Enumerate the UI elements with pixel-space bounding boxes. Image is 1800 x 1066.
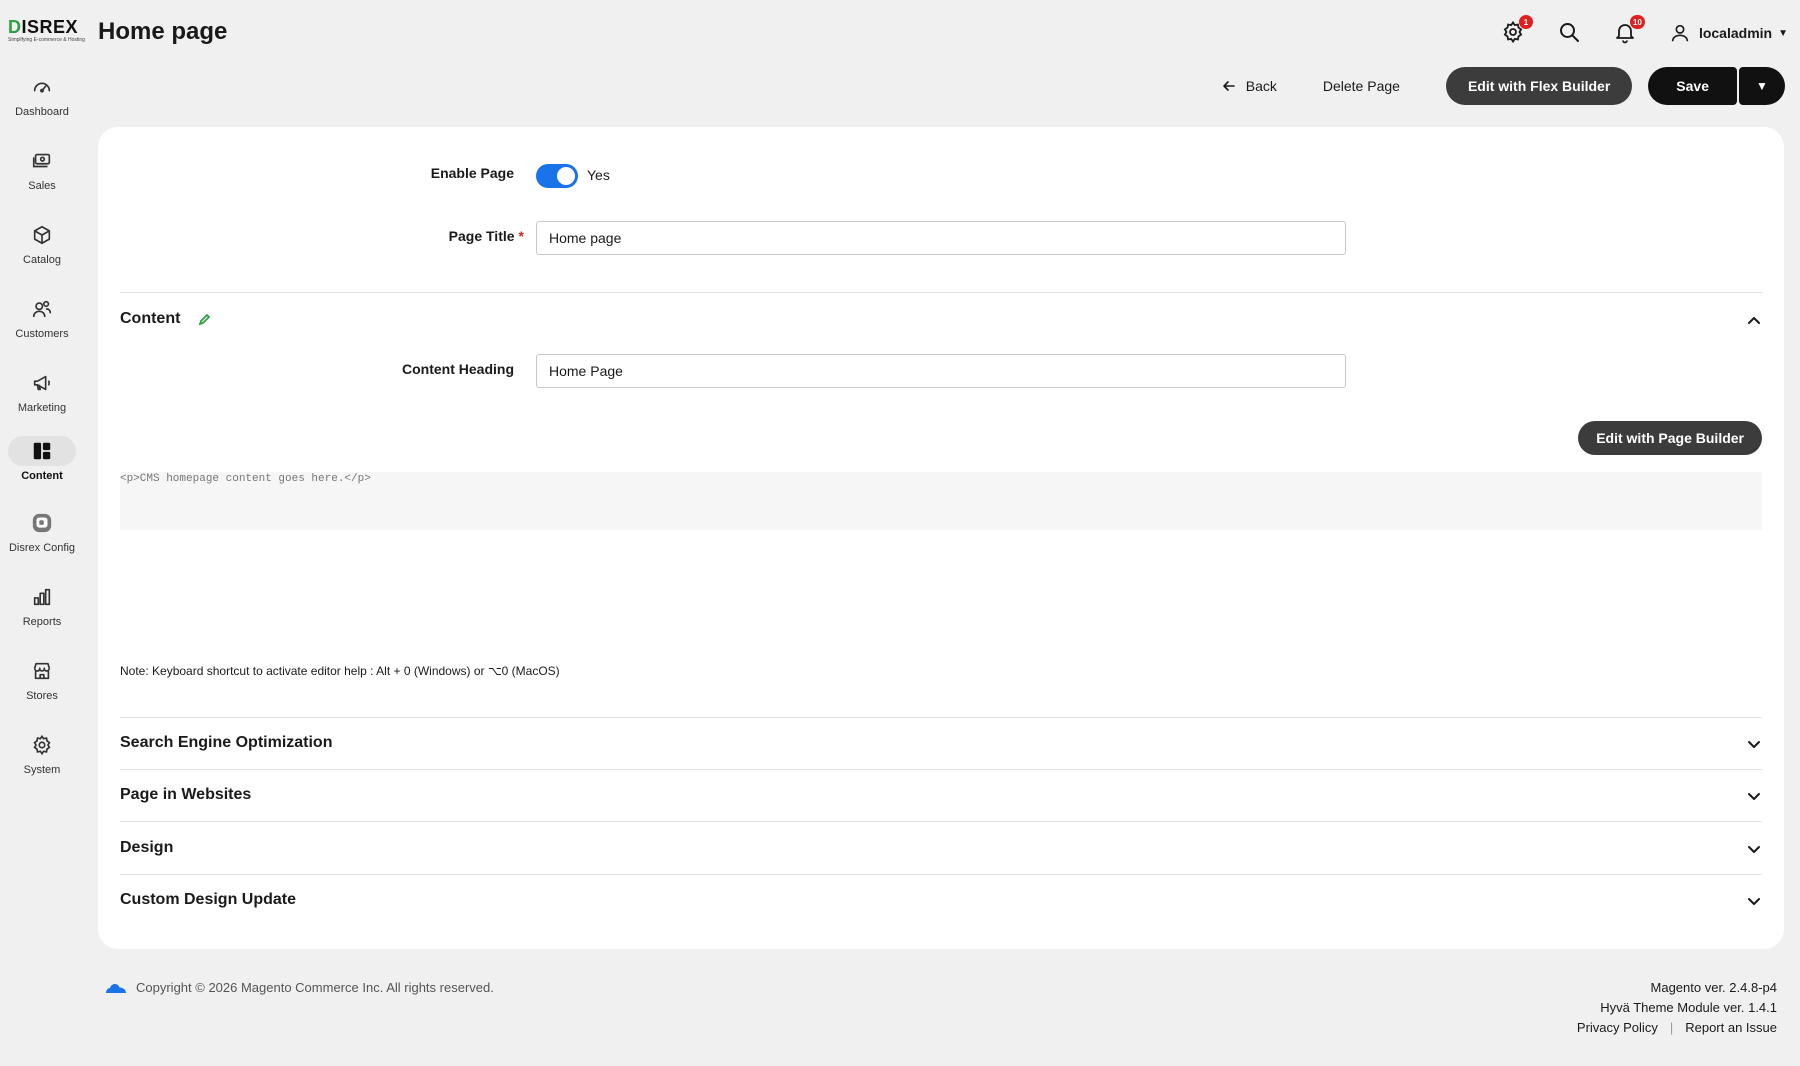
back-button[interactable]: Back: [1221, 78, 1277, 94]
layout-icon: [8, 436, 76, 466]
system-messages-button[interactable]: 1: [1501, 15, 1533, 46]
divider: [120, 874, 1762, 875]
gauge-icon: [8, 72, 76, 102]
page-form: Enable Page Yes Page Title* Content Cont…: [98, 127, 1784, 949]
disrex-icon: [8, 508, 76, 538]
bar-chart-icon: [8, 582, 76, 612]
header-tools: 1 10 localadmin ▼: [1471, 15, 1788, 50]
sidebar-item-stores[interactable]: Stores: [0, 656, 84, 720]
divider: [120, 769, 1762, 770]
search-button[interactable]: [1557, 20, 1583, 46]
edit-page-builder-button[interactable]: Edit with Page Builder: [1578, 421, 1762, 455]
search-icon: [1559, 23, 1579, 42]
megaphone-icon: [8, 368, 76, 398]
enable-page-label: Enable Page: [430, 165, 514, 181]
copyright-text: Copyright © 2026 Magento Commerce Inc. A…: [136, 980, 494, 995]
delete-page-button[interactable]: Delete Page: [1323, 78, 1400, 94]
store-icon: [8, 656, 76, 686]
sidebar-item-label: Catalog: [23, 254, 61, 266]
sidebar-item-system[interactable]: System: [0, 730, 84, 794]
sidebar-item-label: Customers: [15, 328, 69, 340]
gear-icon: [8, 730, 76, 760]
edit-flex-builder-button[interactable]: Edit with Flex Builder: [1445, 67, 1633, 105]
save-button[interactable]: Save: [1648, 67, 1737, 105]
privacy-policy-link[interactable]: Privacy Policy: [1577, 1018, 1658, 1038]
sidebar-item-label: Marketing: [17, 402, 67, 414]
chevron-down-icon[interactable]: [1746, 841, 1762, 857]
user-icon: [1671, 24, 1689, 42]
user-name: localadmin: [1698, 25, 1773, 41]
caret-down-icon: ▼: [1756, 79, 1768, 93]
arrow-left-icon: [1222, 81, 1235, 91]
page-title: Home page: [98, 18, 228, 45]
sidebar-item-label: Stores: [26, 690, 58, 702]
chevron-up-icon[interactable]: [1746, 313, 1762, 329]
chevron-down-icon[interactable]: [1746, 788, 1762, 804]
custom-design-section-toggle[interactable]: Custom Design Update: [120, 891, 296, 909]
link-separator: |: [1669, 1020, 1674, 1035]
sidebar-item-label: Disrex Config: [8, 542, 76, 554]
required-marker: *: [518, 228, 524, 244]
page-title-label: Page Title *: [448, 228, 524, 244]
sidebar-item-marketing[interactable]: Marketing: [0, 368, 84, 432]
system-messages-badge: 1: [1518, 15, 1533, 29]
money-icon: [8, 146, 76, 176]
design-section-toggle[interactable]: Design: [120, 839, 173, 857]
sidebar-item-label: Content: [21, 470, 63, 482]
sidebar-item-catalog[interactable]: Catalog: [0, 220, 84, 284]
hyva-version: Hyvä Theme Module ver. 1.4.1: [1600, 1000, 1777, 1015]
sidebar-item-reports[interactable]: Reports: [0, 582, 84, 646]
sidebar-item-label: System: [23, 764, 61, 776]
logo[interactable]: DISREX Simplifying E-commerce & Hosting: [8, 17, 85, 44]
footer-links: Privacy Policy | Report an Issue: [1577, 1018, 1777, 1038]
user-menu[interactable]: localadmin ▼: [1669, 22, 1788, 44]
action-bar: Back Delete Page Edit with Flex Builder …: [1221, 67, 1785, 105]
enable-page-value: Yes: [587, 167, 610, 183]
back-label: Back: [1245, 78, 1277, 94]
sidebar-item-label: Sales: [28, 180, 56, 192]
content-section-toggle[interactable]: Content: [120, 310, 180, 328]
footer-right: Magento ver. 2.4.8-p4 Hyvä Theme Module …: [1577, 978, 1777, 1038]
caret-down-icon: ▼: [1778, 27, 1788, 39]
sidebar-item-sales[interactable]: Sales: [0, 146, 84, 210]
sidebar-item-label: Reports: [22, 616, 62, 628]
edit-pencil-icon[interactable]: [198, 312, 212, 326]
report-issue-link[interactable]: Report an Issue: [1685, 1018, 1777, 1038]
seo-section-toggle[interactable]: Search Engine Optimization: [120, 734, 332, 752]
notifications-badge: 10: [1630, 15, 1645, 29]
sidebar-item-disrex-config[interactable]: Disrex Config: [0, 508, 84, 572]
editor-help-note: Note: Keyboard shortcut to activate edit…: [120, 664, 560, 678]
save-options-button[interactable]: ▼: [1739, 67, 1785, 105]
cloud-logo-icon: [106, 983, 126, 993]
box-icon: [8, 220, 76, 250]
sidebar-item-customers[interactable]: Customers: [0, 294, 84, 358]
content-heading-label: Content Heading: [402, 361, 514, 377]
chevron-down-icon[interactable]: [1746, 736, 1762, 752]
sidebar: DISREX Simplifying E-commerce & Hosting …: [0, 0, 85, 1066]
content-editor[interactable]: <p>CMS homepage content goes here.</p>: [120, 472, 1762, 530]
logo-text: DISREX: [8, 17, 79, 37]
footer-left: Copyright © 2026 Magento Commerce Inc. A…: [104, 980, 494, 995]
users-icon: [8, 294, 76, 324]
content-heading-input[interactable]: [536, 354, 1346, 388]
notifications-button[interactable]: 10: [1613, 15, 1645, 46]
page-title-input[interactable]: [536, 221, 1346, 255]
sidebar-item-label: Dashboard: [15, 106, 69, 118]
sidebar-item-dashboard[interactable]: Dashboard: [0, 72, 84, 136]
divider: [120, 292, 1762, 293]
enable-page-toggle[interactable]: [536, 164, 578, 188]
logo-tagline: Simplifying E-commerce & Hosting: [8, 37, 85, 43]
magento-version: Magento ver. 2.4.8-p4: [1650, 980, 1777, 995]
chevron-down-icon[interactable]: [1746, 893, 1762, 909]
sidebar-item-content[interactable]: Content: [0, 436, 84, 500]
divider: [120, 821, 1762, 822]
divider: [120, 717, 1762, 718]
websites-section-toggle[interactable]: Page in Websites: [120, 786, 251, 804]
